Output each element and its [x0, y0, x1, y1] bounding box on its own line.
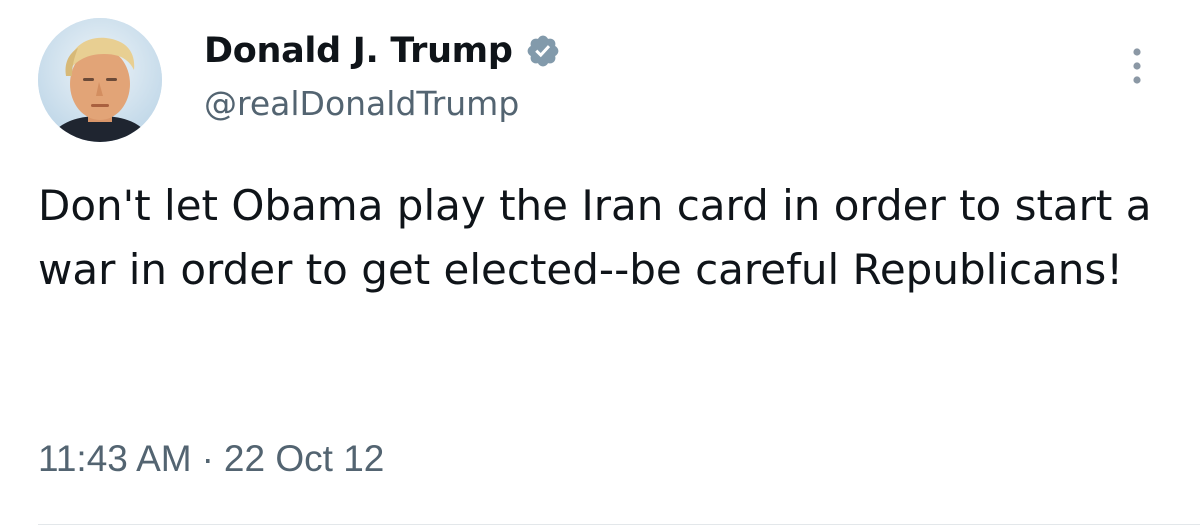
- meta-separator: ·: [201, 438, 214, 479]
- verified-badge-icon: [527, 35, 558, 67]
- tweet-card: Donald J. Trump @realDonaldTrump Don't l…: [0, 0, 1200, 531]
- author-display-name[interactable]: Donald J. Trump: [204, 31, 513, 71]
- tweet-text: Don't let Obama play the Iran card in or…: [38, 181, 1152, 294]
- bottom-divider: [38, 524, 1200, 525]
- more-options-icon[interactable]: [1122, 44, 1152, 88]
- author-name-row: Donald J. Trump: [204, 26, 561, 76]
- tweet-timestamp[interactable]: 11:43 AM · 22 Oct 12: [38, 438, 384, 480]
- avatar-photo-icon: [38, 18, 162, 142]
- author-handle[interactable]: @realDonaldTrump: [204, 84, 519, 123]
- tweet-time: 11:43 AM: [38, 438, 192, 479]
- tweet-date: 22 Oct 12: [223, 438, 385, 479]
- author-avatar[interactable]: [38, 18, 162, 142]
